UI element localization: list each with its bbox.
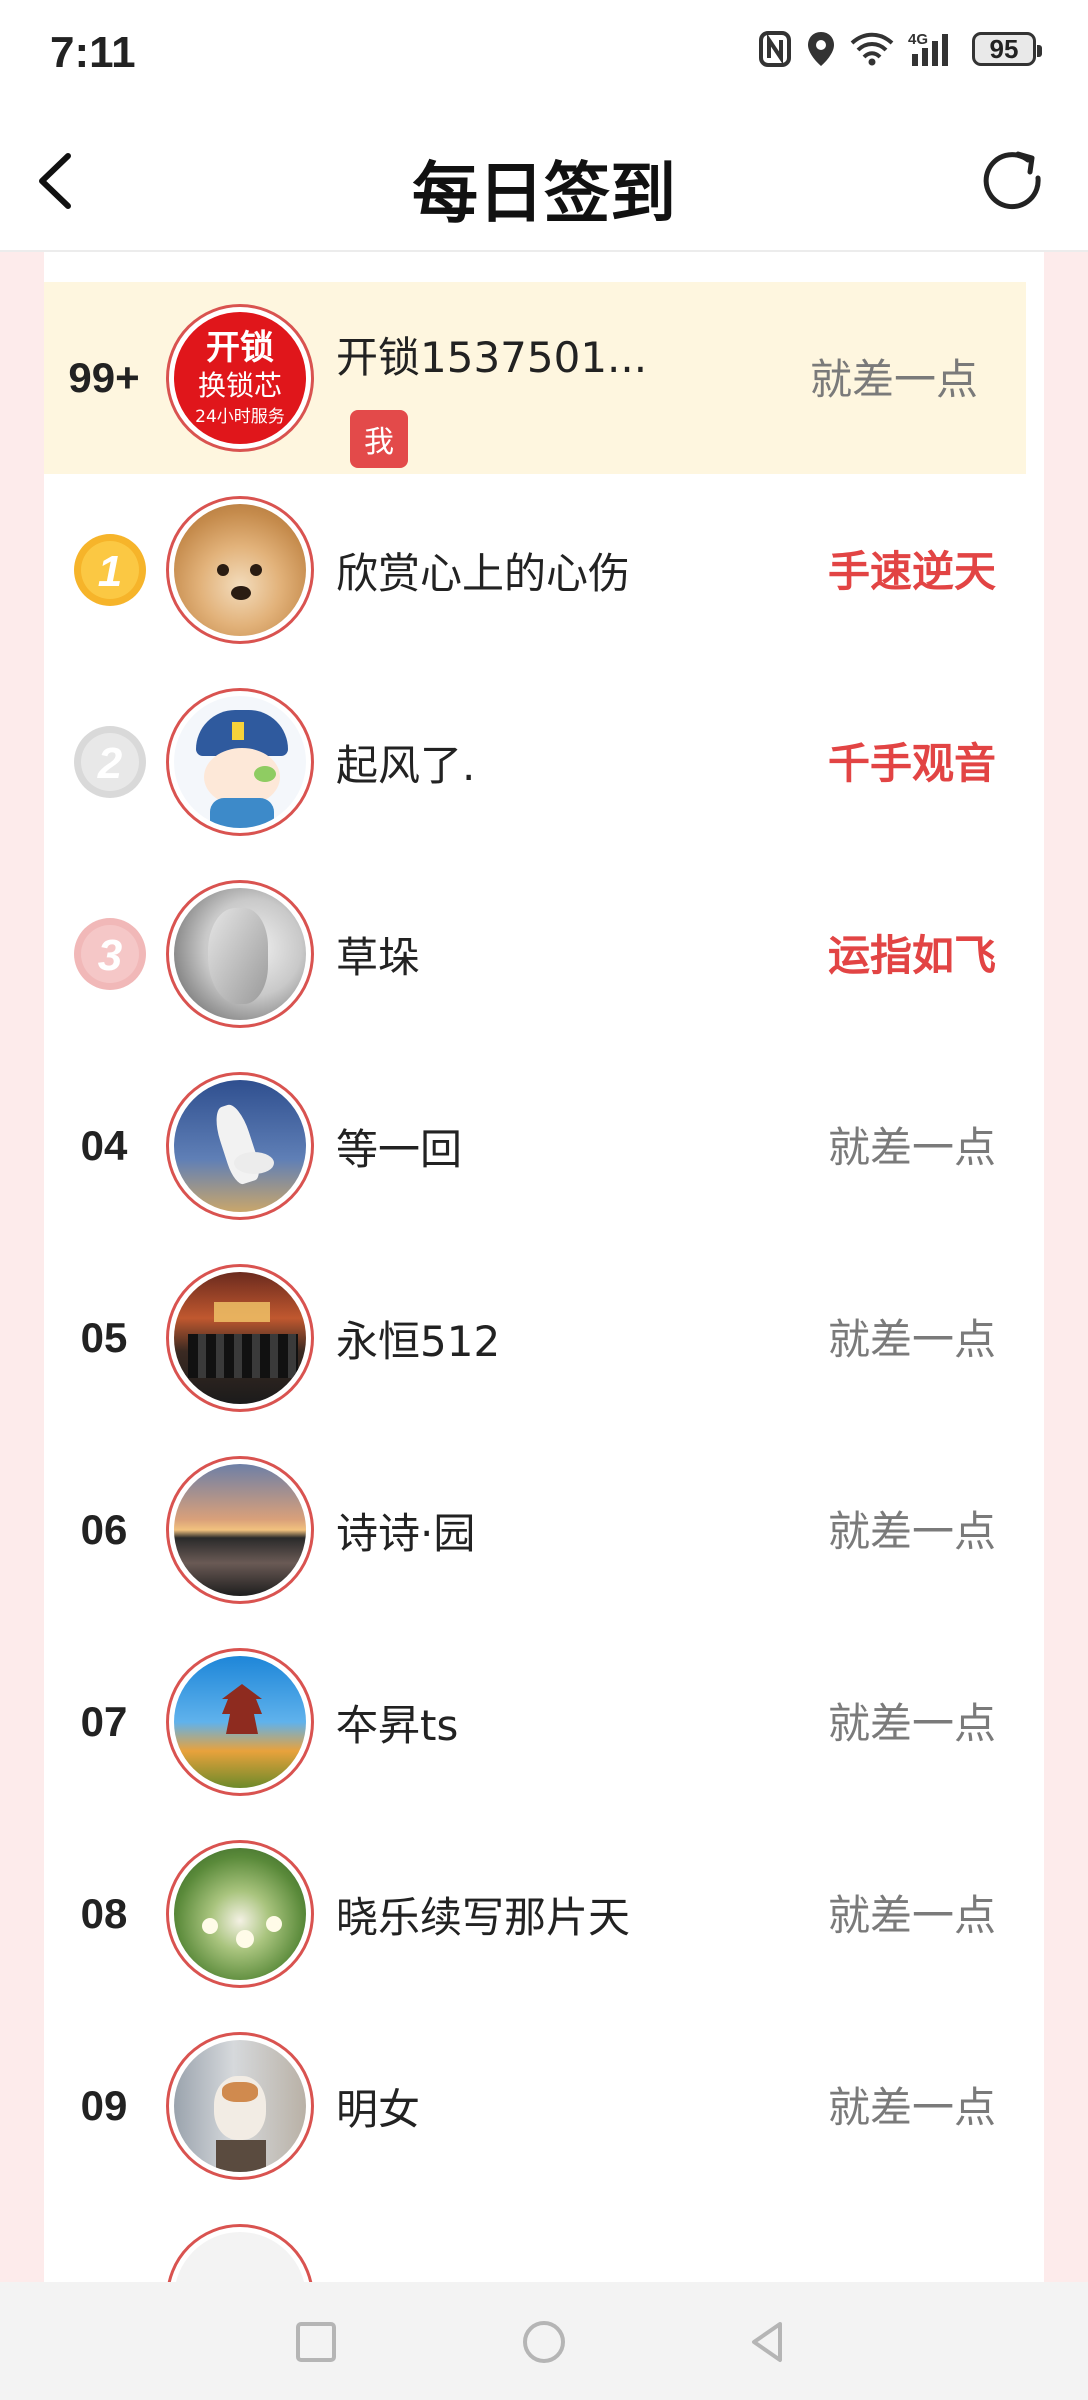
avatar[interactable] bbox=[166, 2224, 314, 2282]
avatar[interactable] bbox=[166, 1648, 314, 1796]
app-header: 每日签到 bbox=[0, 112, 1088, 252]
gold-medal-icon: 1 bbox=[74, 534, 146, 606]
list-item[interactable]: 08 晓乐续写那片天 就差一点 bbox=[44, 1818, 1044, 2010]
sign-status: 就差一点 bbox=[827, 1507, 996, 1556]
user-name: 草垛 bbox=[336, 933, 421, 982]
avatar[interactable] bbox=[166, 880, 314, 1028]
page-title: 每日签到 bbox=[412, 155, 676, 232]
user-name: 起风了. bbox=[336, 741, 476, 790]
avatar-text-line3: 24小时服务 bbox=[195, 407, 285, 427]
list-item-me[interactable]: 99+ 开锁 换锁芯 24小时服务 开锁1537501... 我 就差一点 bbox=[44, 282, 1026, 474]
list-item[interactable]: 09 明女 就差一点 bbox=[44, 2010, 1044, 2202]
avatar-text-line2: 换锁芯 bbox=[197, 369, 282, 402]
rank-number: 05 bbox=[80, 1314, 128, 1361]
list-item[interactable]: 04 等一回 就差一点 bbox=[44, 1050, 1044, 1242]
bronze-medal-icon: 3 bbox=[74, 918, 146, 990]
wifi-icon bbox=[850, 32, 894, 66]
user-name: 等一回 bbox=[336, 1125, 463, 1174]
avatar[interactable]: 开锁 换锁芯 24小时服务 bbox=[166, 304, 314, 452]
me-badge: 我 bbox=[350, 410, 408, 468]
status-time: 7:11 bbox=[50, 28, 136, 77]
sign-status: 就差一点 bbox=[827, 2083, 996, 2132]
rank-number: 08 bbox=[80, 1890, 128, 1937]
avatar-text-line1: 开锁 bbox=[206, 328, 274, 368]
rank-number: 07 bbox=[80, 1698, 128, 1745]
signal-icon: 4G bbox=[908, 31, 948, 66]
location-icon bbox=[808, 32, 834, 66]
avatar[interactable] bbox=[166, 2032, 314, 2180]
user-name: 永恒512 bbox=[336, 1317, 501, 1366]
list-item[interactable]: 05 永恒512 就差一点 bbox=[44, 1242, 1044, 1434]
avatar[interactable] bbox=[166, 1072, 314, 1220]
rank-number: 09 bbox=[80, 2082, 128, 2129]
list-item[interactable]: 06 诗诗·园 就差一点 bbox=[44, 1434, 1044, 1626]
sign-status: 就差一点 bbox=[827, 1891, 996, 1940]
status-bar: 7:11 4G 95 bbox=[0, 0, 1088, 112]
battery-icon: 95 bbox=[972, 32, 1042, 66]
avatar[interactable] bbox=[166, 1264, 314, 1412]
battery-level: 95 bbox=[989, 33, 1019, 64]
home-circle-icon bbox=[523, 2321, 565, 2363]
ranking-list: 99+ 开锁 换锁芯 24小时服务 开锁1537501... 我 就差一点 1 bbox=[44, 282, 1044, 2282]
list-item-partial[interactable] bbox=[44, 2202, 1044, 2282]
user-name: 欣赏心上的心伤 bbox=[336, 549, 631, 598]
network-label: 4G bbox=[908, 31, 928, 48]
avatar[interactable] bbox=[166, 1840, 314, 1988]
user-name: 夲昇ts bbox=[336, 1701, 459, 1750]
sign-status: 就差一点 bbox=[827, 1699, 996, 1748]
rank-number: 04 bbox=[80, 1122, 128, 1169]
sign-status: 千手观音 bbox=[827, 739, 996, 788]
sign-status: 手速逆天 bbox=[827, 547, 996, 596]
home-button[interactable] bbox=[514, 2312, 574, 2372]
user-name: 开锁1537501... bbox=[336, 333, 648, 382]
status-icons: 4G 95 bbox=[758, 30, 1042, 68]
refresh-icon bbox=[983, 151, 1041, 210]
sign-status: 就差一点 bbox=[809, 355, 978, 404]
rank-number: 2 bbox=[97, 739, 123, 788]
rank-number: 06 bbox=[80, 1506, 128, 1553]
sign-status: 就差一点 bbox=[827, 1315, 996, 1364]
avatar[interactable] bbox=[166, 1456, 314, 1604]
nav-back-button[interactable] bbox=[738, 2312, 798, 2372]
system-nav-bar bbox=[0, 2282, 1088, 2400]
recents-square-icon bbox=[296, 2322, 336, 2362]
user-name: 诗诗·园 bbox=[336, 1509, 476, 1558]
silver-medal-icon: 2 bbox=[74, 726, 146, 798]
refresh-button[interactable] bbox=[976, 144, 1052, 220]
rank-number: 1 bbox=[98, 547, 122, 596]
nfc-icon bbox=[759, 31, 791, 67]
back-triangle-icon bbox=[752, 2322, 782, 2362]
ranking-panel[interactable]: 99+ 开锁 换锁芯 24小时服务 开锁1537501... 我 就差一点 1 bbox=[44, 252, 1044, 2282]
sign-status: 运指如飞 bbox=[827, 931, 996, 980]
user-name: 晓乐续写那片天 bbox=[336, 1893, 631, 1942]
rank-number: 3 bbox=[98, 931, 122, 980]
sign-status: 就差一点 bbox=[827, 1123, 996, 1172]
list-item[interactable]: 1 欣赏心上的心伤 手速逆天 bbox=[44, 474, 1044, 666]
recents-button[interactable] bbox=[286, 2312, 346, 2372]
list-item[interactable]: 2 起风了. 千手观音 bbox=[44, 666, 1044, 858]
list-item[interactable]: 3 草垛 运指如飞 bbox=[44, 858, 1044, 1050]
user-name: 明女 bbox=[336, 2085, 421, 2134]
avatar[interactable] bbox=[166, 688, 314, 836]
avatar[interactable] bbox=[166, 496, 314, 644]
list-item[interactable]: 07 夲昇ts 就差一点 bbox=[44, 1626, 1044, 1818]
rank-number: 99+ bbox=[68, 354, 140, 401]
